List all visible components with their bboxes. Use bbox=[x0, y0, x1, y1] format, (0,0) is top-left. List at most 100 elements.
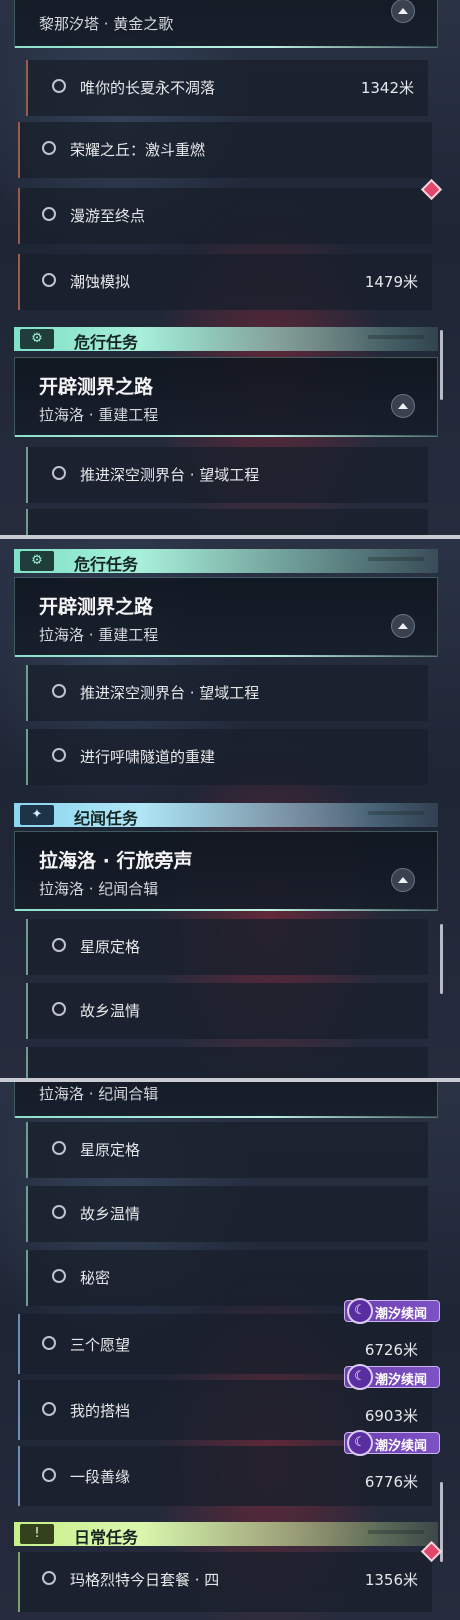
quest-label: 我的搭档 bbox=[70, 1402, 131, 1420]
quest-status-circle-icon bbox=[52, 1002, 66, 1016]
quest-distance: 6726米 bbox=[364, 1341, 418, 1359]
badge-label: 潮汐续闻 bbox=[375, 1373, 428, 1388]
sub-quest-row[interactable]: 推进深空测界台 · 望域工程 bbox=[26, 447, 428, 503]
tide-story-badge: ☾ 潮汐续闻 bbox=[344, 1364, 440, 1390]
quest-label: 一段善缘 bbox=[70, 1468, 131, 1486]
moon-stone-icon: ☾ bbox=[347, 1298, 373, 1324]
chevron-up-icon[interactable] bbox=[391, 394, 415, 418]
sub-quest-row[interactable]: 秘密 bbox=[26, 1250, 428, 1306]
gear-badge-icon: ⚙ bbox=[20, 551, 54, 571]
quest-group-subtitle: 拉海洛 · 重建工程 bbox=[39, 626, 159, 644]
chevron-up-icon[interactable] bbox=[391, 0, 415, 23]
exclamation-icon: ! bbox=[20, 1524, 54, 1544]
quest-status-circle-icon bbox=[52, 1269, 66, 1283]
quest-label: 推进深空测界台 · 望域工程 bbox=[80, 466, 260, 484]
sparkle-icon: ✦ bbox=[20, 805, 54, 825]
sub-quest-row[interactable]: 星原定格 bbox=[26, 919, 428, 975]
category-header-daily[interactable]: ! 日常任务 bbox=[14, 1522, 438, 1547]
quest-label: 三个愿望 bbox=[70, 1336, 131, 1354]
quest-group-card-top[interactable]: 拉海洛 · 纪闻合辑 bbox=[14, 1082, 438, 1118]
category-header-danger[interactable]: ⚙ 危行任务 bbox=[14, 327, 438, 352]
quest-status-circle-icon bbox=[42, 141, 56, 155]
sub-quest-row[interactable] bbox=[26, 509, 428, 535]
quest-distance: 1479米 bbox=[364, 273, 418, 291]
quest-group-subtitle: 黎那汐塔 · 黄金之歌 bbox=[39, 15, 174, 33]
quest-row[interactable]: 潮蚀模拟 1479米 bbox=[18, 254, 432, 310]
quest-status-circle-icon bbox=[52, 1205, 66, 1219]
quest-status-circle-icon bbox=[42, 1468, 56, 1482]
quest-group-subtitle: 拉海洛 · 纪闻合辑 bbox=[39, 880, 159, 898]
quest-label: 荣耀之丘：激斗重燃 bbox=[70, 141, 206, 159]
quest-status-circle-icon bbox=[52, 938, 66, 952]
quest-group-subtitle: 拉海洛 · 纪闻合辑 bbox=[39, 1085, 159, 1103]
category-decoration bbox=[368, 557, 424, 561]
quest-label: 玛格烈特今日套餐 · 四 bbox=[70, 1571, 220, 1589]
quest-distance: 6776米 bbox=[364, 1473, 418, 1491]
sub-quest-row[interactable]: 故乡温情 bbox=[26, 983, 428, 1039]
category-label: 纪闻任务 bbox=[74, 809, 139, 828]
tide-story-badge: ☾ 潮汐续闻 bbox=[344, 1298, 440, 1324]
quest-panel-3: 拉海洛 · 纪闻合辑 星原定格 故乡温情 秘密 三个愿望 6726米 ☾ 潮汐续… bbox=[0, 1082, 460, 1620]
sub-quest-row[interactable]: 推进深空测界台 · 望域工程 bbox=[26, 665, 428, 721]
quest-label: 星原定格 bbox=[80, 938, 141, 956]
quest-row[interactable]: 漫游至终点 bbox=[18, 178, 443, 244]
sub-quest-row[interactable]: 故乡温情 bbox=[26, 1186, 428, 1242]
category-decoration bbox=[368, 335, 424, 339]
quest-group-title: 开辟测界之路 bbox=[39, 376, 154, 398]
quest-label: 漫游至终点 bbox=[70, 207, 146, 225]
gear-badge-icon: ⚙ bbox=[20, 329, 54, 349]
scrollbar[interactable] bbox=[440, 924, 443, 994]
quest-label: 潮蚀模拟 bbox=[70, 273, 131, 291]
quest-label: 秘密 bbox=[80, 1269, 111, 1287]
quest-label: 进行呼啸隧道的重建 bbox=[80, 748, 216, 766]
chevron-up-icon[interactable] bbox=[391, 614, 415, 638]
sub-quest-row[interactable]: 唯你的长夏永不凋落 1342米 bbox=[26, 60, 428, 116]
quest-group-title: 拉海洛 · 行旅旁声 bbox=[39, 850, 193, 872]
quest-row[interactable]: 三个愿望 6726米 ☾ 潮汐续闻 bbox=[18, 1298, 440, 1374]
quest-status-circle-icon bbox=[52, 748, 66, 762]
quest-label: 星原定格 bbox=[80, 1141, 141, 1159]
sub-quest-row[interactable]: 进行呼啸隧道的重建 bbox=[26, 729, 428, 785]
quest-status-circle-icon bbox=[42, 1336, 56, 1350]
quest-row[interactable]: 我的搭档 6903米 ☾ 潮汐续闻 bbox=[18, 1364, 440, 1440]
badge-label: 潮汐续闻 bbox=[375, 1439, 428, 1454]
quest-distance: 1356米 bbox=[364, 1571, 418, 1589]
category-header-danger[interactable]: ⚙ 危行任务 bbox=[14, 549, 438, 574]
quest-panel-1: 黎那汐塔 · 黄金之歌 唯你的长夏永不凋落 1342米 荣耀之丘：激斗重燃 漫游… bbox=[0, 0, 460, 535]
quest-group-subtitle: 拉海洛 · 重建工程 bbox=[39, 406, 159, 424]
category-label: 日常任务 bbox=[74, 1528, 139, 1547]
moon-stone-icon: ☾ bbox=[347, 1430, 373, 1456]
quest-label: 推进深空测界台 · 望域工程 bbox=[80, 684, 260, 702]
quest-group-card-top[interactable]: 黎那汐塔 · 黄金之歌 bbox=[14, 0, 438, 48]
scrollbar[interactable] bbox=[440, 330, 443, 400]
moon-stone-icon: ☾ bbox=[347, 1364, 373, 1390]
quest-label: 故乡温情 bbox=[80, 1205, 141, 1223]
badge-label: 潮汐续闻 bbox=[375, 1307, 428, 1322]
quest-group-card[interactable]: 开辟测界之路 拉海洛 · 重建工程 bbox=[14, 357, 438, 437]
quest-status-circle-icon bbox=[52, 1141, 66, 1155]
category-decoration bbox=[368, 811, 424, 815]
quest-group-card[interactable]: 开辟测界之路 拉海洛 · 重建工程 bbox=[14, 577, 438, 657]
sub-quest-row[interactable]: 星原定格 bbox=[26, 1122, 428, 1178]
quest-row[interactable]: 荣耀之丘：激斗重燃 bbox=[18, 122, 432, 178]
quest-status-circle-icon bbox=[42, 1402, 56, 1416]
category-header-companion[interactable]: ✦ 纪闻任务 bbox=[14, 803, 438, 828]
scrollbar[interactable] bbox=[440, 1482, 443, 1562]
sub-quest-row[interactable] bbox=[26, 1047, 428, 1078]
category-label: 危行任务 bbox=[74, 555, 139, 574]
quest-status-circle-icon bbox=[42, 207, 56, 221]
quest-row[interactable]: 一段善缘 6776米 ☾ 潮汐续闻 bbox=[18, 1430, 440, 1506]
quest-status-circle-icon bbox=[42, 273, 56, 287]
quest-group-card[interactable]: 拉海洛 · 行旅旁声 拉海洛 · 纪闻合辑 bbox=[14, 831, 438, 911]
quest-status-circle-icon bbox=[42, 1571, 56, 1585]
chevron-up-icon[interactable] bbox=[391, 868, 415, 892]
tide-story-badge: ☾ 潮汐续闻 bbox=[344, 1430, 440, 1456]
quest-row[interactable]: 玛格烈特今日套餐 · 四 1356米 bbox=[18, 1540, 443, 1612]
category-decoration bbox=[368, 1530, 424, 1534]
quest-status-circle-icon bbox=[52, 466, 66, 480]
quest-distance: 6903米 bbox=[364, 1407, 418, 1425]
quest-status-circle-icon bbox=[52, 79, 66, 93]
quest-panel-2: ⚙ 危行任务 开辟测界之路 拉海洛 · 重建工程 推进深空测界台 · 望域工程 … bbox=[0, 539, 460, 1078]
quest-label: 唯你的长夏永不凋落 bbox=[80, 79, 216, 97]
category-label: 危行任务 bbox=[74, 333, 139, 352]
